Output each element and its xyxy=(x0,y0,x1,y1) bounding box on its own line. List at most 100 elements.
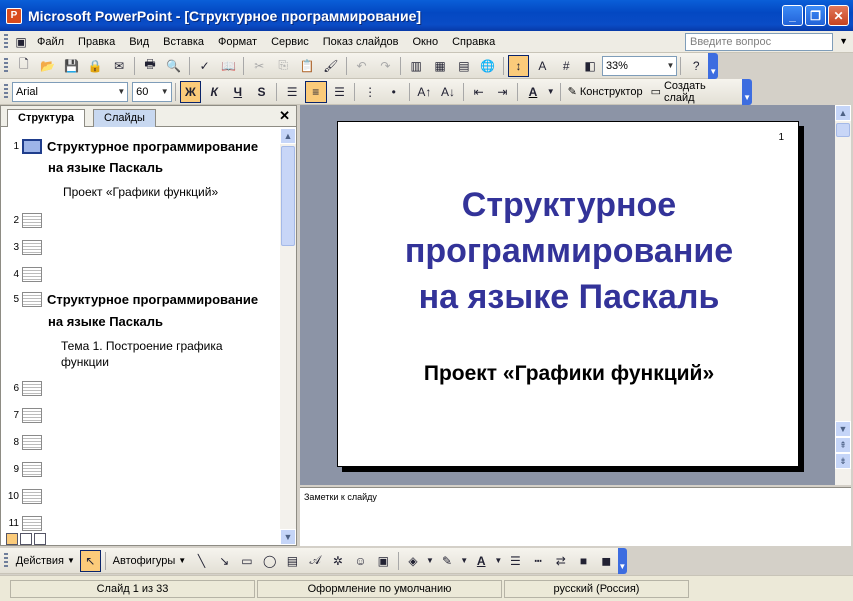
insert-table-icon[interactable]: ▦ xyxy=(429,55,451,77)
dash-style-icon[interactable]: ┅ xyxy=(528,550,549,572)
font-color-icon[interactable]: A xyxy=(471,550,492,572)
slide-icon[interactable] xyxy=(22,515,42,531)
chevron-down-icon[interactable]: ▼ xyxy=(546,81,556,103)
slide-scrollbar[interactable]: ▲ ▼ ⇞ ⇟ xyxy=(835,105,851,485)
tab-outline[interactable]: Структура xyxy=(7,109,85,127)
scroll-up-icon[interactable]: ▲ xyxy=(280,128,296,144)
wordart-icon[interactable]: 𝒜 xyxy=(305,550,326,572)
increase-font-icon[interactable]: A↑ xyxy=(414,81,436,103)
select-pointer-icon[interactable]: ↖ xyxy=(79,549,101,572)
redo-icon[interactable]: ↷ xyxy=(375,55,397,77)
font-color-icon[interactable]: A xyxy=(522,81,544,103)
scroll-up-icon[interactable]: ▲ xyxy=(835,105,851,121)
slide-icon[interactable] xyxy=(22,266,42,282)
shadow-button[interactable]: S xyxy=(251,81,273,103)
arrow-icon[interactable]: ↘ xyxy=(214,550,235,572)
tables-borders-icon[interactable]: ▤ xyxy=(453,55,475,77)
slide-icon[interactable] xyxy=(22,461,42,477)
bullets-icon[interactable]: • xyxy=(383,81,405,103)
slide-icon[interactable] xyxy=(22,291,42,307)
email-icon[interactable]: ✉ xyxy=(108,55,130,77)
line-style-icon[interactable]: ☰ xyxy=(505,550,526,572)
slide-icon[interactable] xyxy=(22,239,42,255)
numbering-icon[interactable]: ⋮ xyxy=(359,81,381,103)
hyperlink-icon[interactable]: 🌐 xyxy=(477,55,499,77)
permission-icon[interactable]: 🔒 xyxy=(84,55,106,77)
designer-button[interactable]: ✎ Конструктор xyxy=(564,85,647,99)
outline-title[interactable]: Структурное программирование xyxy=(47,288,258,311)
paste-icon[interactable]: 📋 xyxy=(296,55,318,77)
slide-icon[interactable] xyxy=(22,212,42,228)
next-slide-icon[interactable]: ⇟ xyxy=(835,453,851,469)
toolbar-grip[interactable] xyxy=(4,33,8,50)
outline-slide-3[interactable]: 3 xyxy=(1,237,47,257)
outline-slide-2[interactable]: 2 xyxy=(1,210,47,230)
powerpoint-icon[interactable]: P xyxy=(6,7,22,24)
clipart-icon[interactable]: ☺ xyxy=(350,550,371,572)
spelling-icon[interactable]: ✓ xyxy=(194,55,216,77)
underline-button[interactable]: Ч xyxy=(227,81,249,103)
outline-slide-5[interactable]: 5 Структурное программирование xyxy=(1,289,258,309)
autoshapes-menu[interactable]: Автофигуры ▼ xyxy=(109,555,191,567)
italic-button[interactable]: К xyxy=(203,81,225,103)
print-preview-icon[interactable]: 🔍 xyxy=(163,55,185,77)
cut-icon[interactable]: ✂ xyxy=(248,55,270,77)
decrease-font-icon[interactable]: A↓ xyxy=(437,81,459,103)
textbox-icon[interactable]: ▤ xyxy=(282,550,303,572)
slide-icon[interactable] xyxy=(22,138,42,154)
open-folder-icon[interactable]: 📂 xyxy=(37,55,59,77)
menu-file[interactable]: Файл xyxy=(30,34,71,50)
slide-icon[interactable] xyxy=(22,434,42,450)
outline-slide-6[interactable]: 6 xyxy=(1,378,47,398)
menu-window[interactable]: Окно xyxy=(406,34,446,50)
color-grayscale-icon[interactable]: ◧ xyxy=(579,55,601,77)
chevron-down-icon[interactable]: ▼ xyxy=(459,550,468,572)
scroll-down-icon[interactable]: ▼ xyxy=(280,529,296,545)
slide-title[interactable]: Структурное программирование на языке Па… xyxy=(338,182,800,320)
toolbar-options-icon[interactable]: ▼ xyxy=(617,547,628,574)
align-center-icon[interactable]: ≡ xyxy=(304,80,327,103)
align-left-icon[interactable]: ☰ xyxy=(281,81,303,103)
scroll-down-icon[interactable]: ▼ xyxy=(835,421,851,437)
normal-view-icon[interactable] xyxy=(6,533,18,545)
align-right-icon[interactable]: ☰ xyxy=(329,81,351,103)
help-question-input[interactable]: Введите вопрос xyxy=(685,33,833,51)
line-icon[interactable]: ╲ xyxy=(191,550,212,572)
restore-button[interactable]: ❐ xyxy=(805,5,826,26)
menu-format[interactable]: Формат xyxy=(211,34,264,50)
picture-icon[interactable]: ▣ xyxy=(373,550,394,572)
show-formatting-icon[interactable]: A xyxy=(531,55,553,77)
outline-slide-9[interactable]: 9 xyxy=(1,459,47,479)
undo-icon[interactable]: ↶ xyxy=(351,55,373,77)
copy-icon[interactable]: ⎘ xyxy=(272,55,294,77)
actions-menu[interactable]: Действия ▼ xyxy=(12,555,79,567)
toolbar-options-icon[interactable]: ▼ xyxy=(708,52,719,79)
tab-slides[interactable]: Слайды xyxy=(93,109,156,127)
menu-edit[interactable]: Правка xyxy=(71,34,122,50)
toolbar-options-icon[interactable]: ▼ xyxy=(742,78,752,105)
slide-icon[interactable] xyxy=(22,380,42,396)
outline-title[interactable]: Структурное программирование xyxy=(47,135,258,158)
rectangle-icon[interactable]: ▭ xyxy=(237,550,258,572)
insert-chart-icon[interactable]: ▥ xyxy=(405,55,427,77)
outline-slide-8[interactable]: 8 xyxy=(1,432,47,452)
bold-button[interactable]: Ж xyxy=(179,80,202,103)
chevron-down-icon[interactable]: ▼ xyxy=(425,550,434,572)
expand-all-icon[interactable]: ↕ xyxy=(507,54,530,77)
menu-tools[interactable]: Сервис xyxy=(264,34,316,50)
outline-subtitle-line2[interactable]: функции xyxy=(61,355,109,369)
decrease-indent-icon[interactable]: ⇤ xyxy=(468,81,490,103)
research-icon[interactable]: 📖 xyxy=(218,55,240,77)
outline-slide-1[interactable]: 1 Структурное программирование xyxy=(1,136,258,156)
shadow-style-icon[interactable]: ■ xyxy=(573,550,594,572)
format-painter-icon[interactable]: 🖌 xyxy=(320,55,342,77)
outline-list[interactable]: 1 Структурное программирование на языке … xyxy=(1,128,281,545)
line-color-icon[interactable]: ✎ xyxy=(437,550,458,572)
outline-subtitle[interactable]: Тема 1. Построение графика xyxy=(61,339,223,353)
outline-slide-11[interactable]: 11 xyxy=(1,513,47,533)
outline-title-line2[interactable]: на языке Паскаль xyxy=(48,156,163,179)
increase-indent-icon[interactable]: ⇥ xyxy=(492,81,514,103)
document-icon[interactable]: ▣ xyxy=(13,31,29,53)
new-document-icon[interactable]: 🗋 xyxy=(13,55,35,77)
show-grid-icon[interactable]: # xyxy=(555,55,577,77)
